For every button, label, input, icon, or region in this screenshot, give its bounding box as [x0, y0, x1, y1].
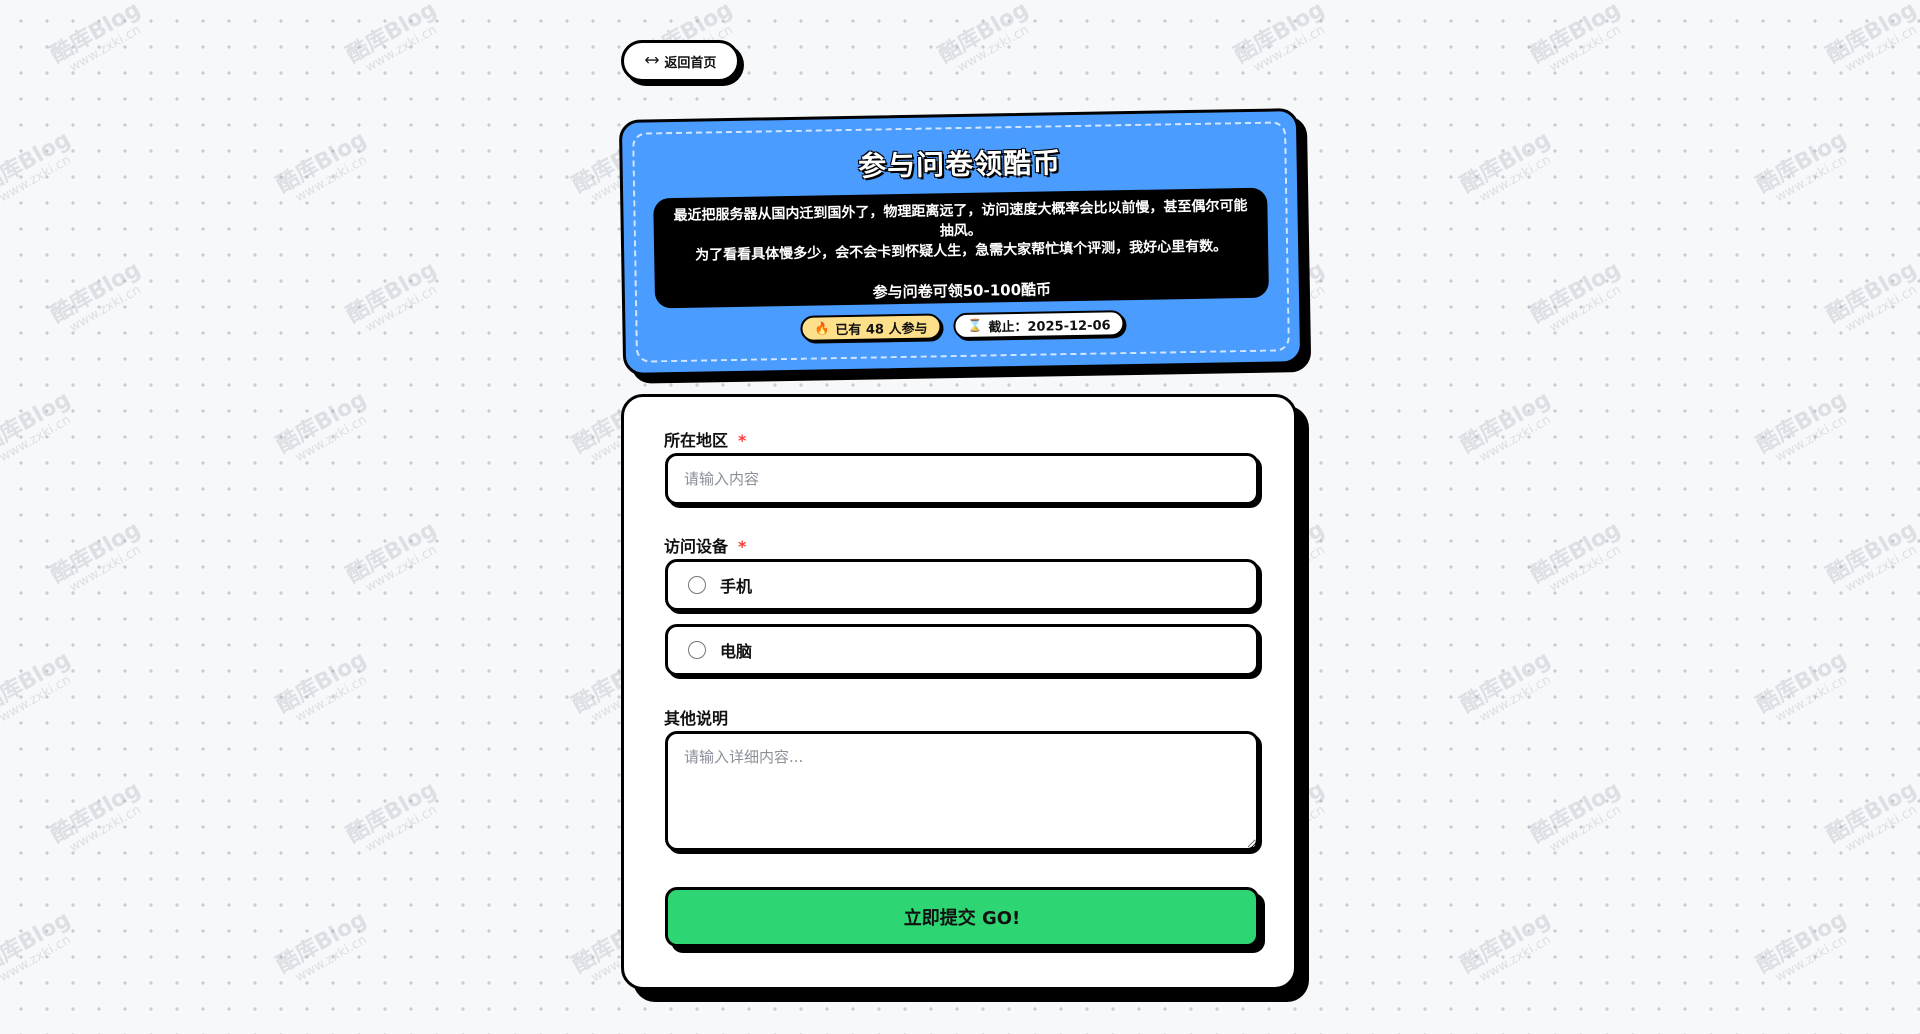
region-input[interactable]: [665, 453, 1259, 505]
participants-badge: 🔥 已有 48 人参与: [800, 313, 942, 342]
deadline-badge: ⌛ 截止：2025-12-06: [953, 310, 1125, 340]
watermark: 酷库Blogwww.zxki.cn: [1752, 906, 1851, 986]
watermark: 酷库Blogwww.zxki.cn: [272, 646, 371, 726]
watermark: 酷库Blogwww.zxki.cn: [342, 776, 441, 856]
watermark: 酷库Blogwww.zxki.cn: [272, 126, 371, 206]
back-home-label: 返回首页: [664, 55, 717, 71]
radio-button[interactable]: [688, 641, 706, 659]
watermark: 酷库Blogwww.zxki.cn: [0, 386, 75, 466]
required-mark: *: [738, 537, 747, 556]
watermark: 酷库Blogwww.zxki.cn: [1526, 516, 1625, 596]
survey-banner: 参与问卷领酷币 最近把服务器从国内迁到国外了，物理距离远了，访问速度大概率会比以…: [618, 108, 1304, 376]
watermark: 酷库Blogwww.zxki.cn: [1456, 906, 1555, 986]
submit-button[interactable]: 立即提交 GO!: [665, 887, 1259, 947]
hourglass-icon: ⌛: [967, 318, 983, 333]
watermark: 酷库Blogwww.zxki.cn: [934, 0, 1033, 76]
watermark: 酷库Blogwww.zxki.cn: [1822, 0, 1920, 76]
back-home-button[interactable]: 🡘 返回首页: [621, 40, 740, 82]
required-mark: *: [738, 431, 747, 450]
watermark: 酷库Blogwww.zxki.cn: [342, 0, 441, 76]
radio-button[interactable]: [688, 576, 706, 594]
watermark: 酷库Blogwww.zxki.cn: [1822, 516, 1920, 596]
device-option-mobile[interactable]: 手机: [665, 559, 1259, 611]
device-option-label: 手机: [720, 577, 753, 596]
device-option-label: 电脑: [720, 642, 753, 661]
watermark: 酷库Blogwww.zxki.cn: [1822, 256, 1920, 336]
watermark: 酷库Blogwww.zxki.cn: [0, 906, 75, 986]
watermark: 酷库Blogwww.zxki.cn: [1822, 776, 1920, 856]
watermark: 酷库Blogwww.zxki.cn: [1456, 386, 1555, 466]
device-label: 访问设备 *: [664, 537, 747, 556]
watermark: 酷库Blogwww.zxki.cn: [0, 646, 75, 726]
watermark: 酷库Blogwww.zxki.cn: [1526, 776, 1625, 856]
watermark: 酷库Blogwww.zxki.cn: [1752, 126, 1851, 206]
watermark: 酷库Blogwww.zxki.cn: [272, 386, 371, 466]
watermark: 酷库Blogwww.zxki.cn: [272, 906, 371, 986]
watermark: 酷库Blogwww.zxki.cn: [1752, 386, 1851, 466]
watermark: 酷库Blogwww.zxki.cn: [0, 126, 75, 206]
watermark: 酷库Blogwww.zxki.cn: [1456, 646, 1555, 726]
arrow-left-icon: 🡘: [644, 53, 660, 69]
region-label: 所在地区 *: [664, 431, 747, 450]
deadline-text: 截止：2025-12-06: [988, 317, 1111, 336]
watermark: 酷库Blogwww.zxki.cn: [46, 256, 145, 336]
watermark: 酷库Blogwww.zxki.cn: [1230, 0, 1329, 76]
fire-icon: 🔥: [814, 321, 830, 336]
notes-textarea[interactable]: [665, 731, 1259, 851]
watermark: 酷库Blogwww.zxki.cn: [1752, 646, 1851, 726]
watermark: 酷库Blogwww.zxki.cn: [46, 516, 145, 596]
device-option-pc[interactable]: 电脑: [665, 624, 1259, 676]
watermark: 酷库Blogwww.zxki.cn: [46, 776, 145, 856]
notes-label: 其他说明: [664, 709, 729, 728]
survey-form-card: 所在地区* 访问设备* 手机 电脑 其他说明 立即提交 GO!: [621, 394, 1297, 990]
watermark: 酷库Blogwww.zxki.cn: [1526, 256, 1625, 336]
watermark: 酷库Blogwww.zxki.cn: [46, 0, 145, 76]
banner-description: 最近把服务器从国内迁到国外了，物理距离远了，访问速度大概率会比以前慢，甚至偶尔可…: [653, 187, 1270, 309]
watermark: 酷库Blogwww.zxki.cn: [342, 256, 441, 336]
watermark: 酷库Blogwww.zxki.cn: [1526, 0, 1625, 76]
participants-text: 已有 48 人参与: [835, 321, 928, 338]
watermark: 酷库Blogwww.zxki.cn: [1456, 126, 1555, 206]
watermark: 酷库Blogwww.zxki.cn: [342, 516, 441, 596]
